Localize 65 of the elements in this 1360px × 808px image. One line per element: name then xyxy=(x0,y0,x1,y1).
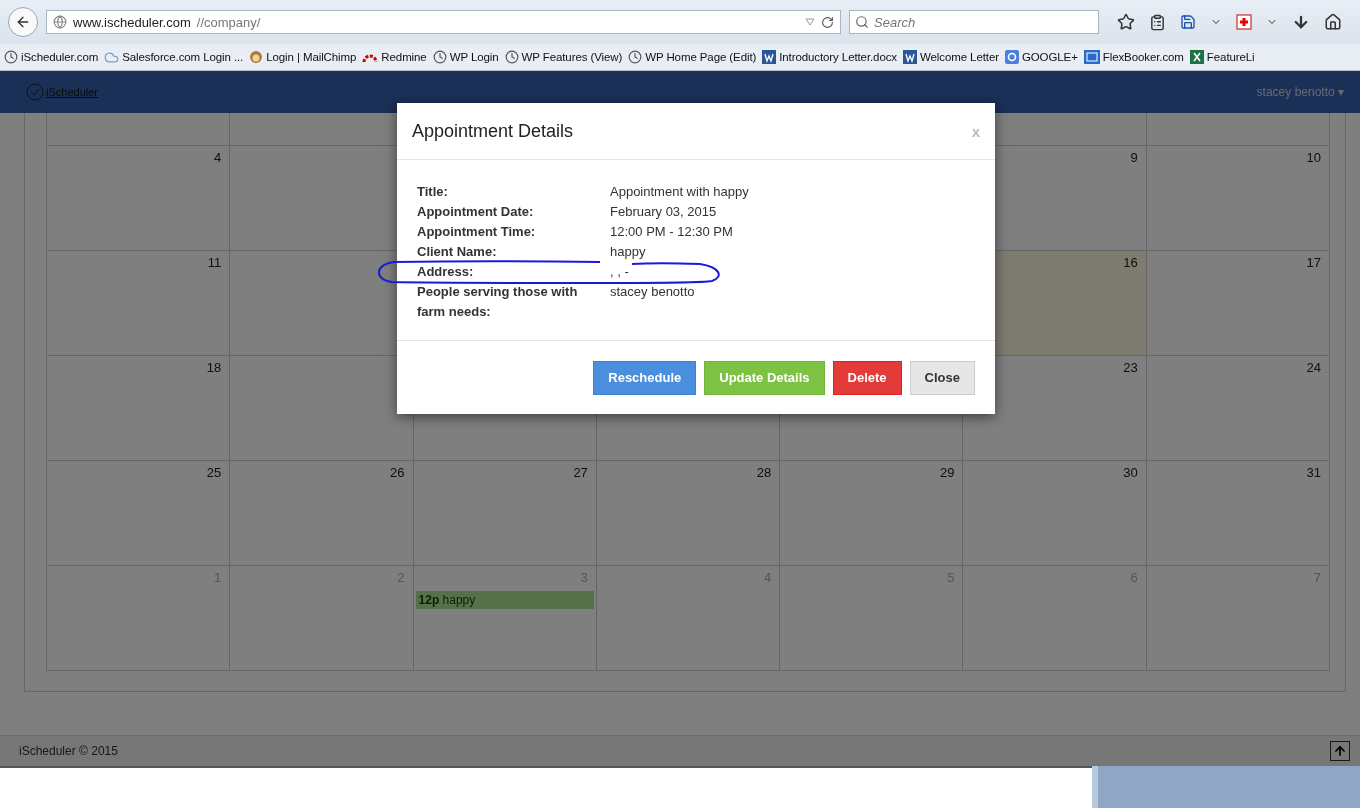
day-number: 28 xyxy=(756,465,773,480)
detail-value: happy xyxy=(610,243,647,261)
detail-label: Appointment Time: xyxy=(417,223,537,241)
day-cell[interactable]: 18 xyxy=(47,356,231,461)
dialog-title: Appointment Details xyxy=(412,120,574,142)
day-number: 4 xyxy=(214,150,223,165)
bookmark-link[interactable]: FeatureLi xyxy=(1189,50,1255,64)
day-cell[interactable]: 28 xyxy=(596,461,781,566)
bookmark-link[interactable]: Salesforce.com Login ... xyxy=(104,49,244,65)
bookmark-link[interactable]: WP Login xyxy=(432,50,499,64)
day-cell[interactable]: 11 xyxy=(47,251,231,356)
day-number: 10 xyxy=(1306,150,1322,165)
search-field[interactable]: Search xyxy=(849,10,1099,34)
day-number: 24 xyxy=(1306,360,1322,375)
detail-label: Client Name: xyxy=(417,243,498,261)
dialog-button[interactable]: Reschedule xyxy=(593,360,697,395)
day-number: 17 xyxy=(1306,255,1322,270)
day-number: 11 xyxy=(207,255,223,270)
detail-label: People serving those with farm needs: xyxy=(417,283,579,321)
day-number: 23 xyxy=(1123,360,1139,375)
bookmark-link[interactable]: FlexBooker.com xyxy=(1083,50,1184,64)
detail-value: Appointment with happy xyxy=(610,183,750,201)
url-host: www.ischeduler.com xyxy=(73,14,191,30)
day-number: 25 xyxy=(206,465,223,480)
bookmark-link[interactable]: Redmine xyxy=(362,51,427,63)
day-cell[interactable]: 26 xyxy=(230,461,414,566)
day-cell[interactable]: 29 xyxy=(780,461,964,566)
detail-value: stacey benotto xyxy=(610,283,696,301)
day-cell[interactable]: 4 xyxy=(47,146,231,251)
day-number: 18 xyxy=(206,360,223,375)
bookmark-link[interactable]: Login | MailChimp xyxy=(249,50,357,64)
copyright-text: iScheduler © 2015 xyxy=(19,744,118,758)
day-cell[interactable]: 17 xyxy=(1146,251,1330,356)
detail-label: Appointment Date: xyxy=(417,203,535,221)
calendar-event[interactable]: 12p happy xyxy=(415,591,594,609)
detail-value: February 03, 2015 xyxy=(610,203,718,221)
day-number: 31 xyxy=(1306,465,1322,480)
dialog-button[interactable]: Close xyxy=(909,360,975,395)
day-cell[interactable]: 30 xyxy=(963,461,1147,566)
url-path: //company/ xyxy=(196,14,262,30)
day-number: 29 xyxy=(939,465,956,480)
day-cell[interactable]: 31 xyxy=(1146,461,1330,566)
day-number: 26 xyxy=(390,465,406,480)
day-number: 27 xyxy=(573,465,589,480)
day-number: 30 xyxy=(1123,465,1139,480)
dialog-button[interactable]: Delete xyxy=(832,360,902,395)
day-number: 9 xyxy=(1130,150,1139,165)
detail-label: Address: xyxy=(417,263,475,281)
day-cell[interactable]: 25 xyxy=(47,461,231,566)
bookmark-link[interactable]: iScheduler.com xyxy=(4,50,99,64)
detail-value: 12:00 PM - 12:30 PM xyxy=(610,223,734,241)
user-menu[interactable]: stacey benotto ▾ xyxy=(1256,85,1344,99)
detail-value: , , - xyxy=(610,263,630,281)
bookmark-link[interactable]: GOOGLE+ xyxy=(1004,50,1078,64)
day-number: 16 xyxy=(1123,255,1139,270)
bookmark-link[interactable]: WP Features (View) xyxy=(504,50,623,64)
bookmark-link[interactable]: Welcome Letter xyxy=(903,50,999,64)
detail-label: Title: xyxy=(417,183,449,201)
day-cell[interactable]: 23 xyxy=(963,356,1147,461)
bookmark-link[interactable]: Introductory Letter.docx xyxy=(762,50,897,64)
address-field[interactable]: www.ischeduler.com //company/ xyxy=(46,10,841,34)
day-cell[interactable]: 27 xyxy=(413,461,597,566)
bookmark-link[interactable]: WP Home Page (Edit) xyxy=(628,50,757,64)
day-cell[interactable]: 24 xyxy=(1146,356,1330,461)
day-cell[interactable]: 10 xyxy=(1146,146,1330,251)
